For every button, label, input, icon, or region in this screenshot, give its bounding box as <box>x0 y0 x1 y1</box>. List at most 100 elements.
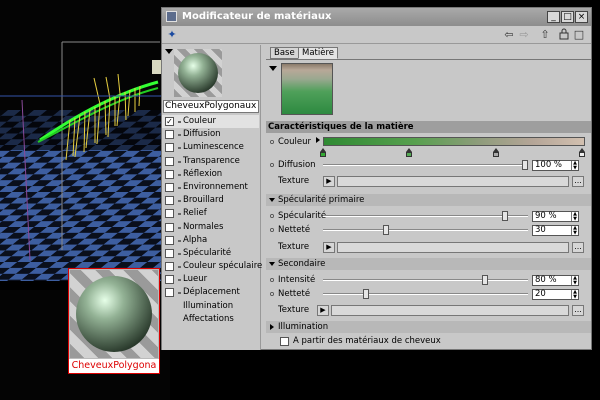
channel-checkbox[interactable] <box>165 182 174 192</box>
intensite-slider-knob[interactable] <box>482 275 489 285</box>
intensite-anim-dot-icon[interactable] <box>270 278 274 282</box>
channel-checkbox[interactable] <box>165 262 174 272</box>
nettete-2-slider[interactable] <box>323 293 528 295</box>
diffusion-value-field[interactable]: 100 % ▲ ▼ <box>532 160 579 171</box>
channel-checkbox[interactable] <box>165 288 174 298</box>
channel-row[interactable]: Réflexion <box>162 168 259 181</box>
specularite-anim-dot-icon[interactable] <box>270 214 274 218</box>
nettete-2-slider-knob[interactable] <box>362 289 369 299</box>
channel-dot-icon <box>178 160 181 163</box>
channel-checkbox[interactable]: ✓ <box>165 117 174 126</box>
channel-row[interactable]: Relief <box>162 207 259 220</box>
channel-checkbox[interactable] <box>165 275 174 285</box>
channel-row[interactable]: ✓ Couleur <box>162 115 259 129</box>
nettete-2-value-field[interactable]: 20 ▲ ▼ <box>532 289 579 300</box>
channel-checkbox[interactable] <box>165 156 174 166</box>
couleur-expand-triangle-icon[interactable] <box>316 137 320 143</box>
material-thumbnail[interactable] <box>174 49 222 97</box>
channel-row[interactable]: Brouillard <box>162 194 259 207</box>
channel-checkbox[interactable] <box>165 169 174 179</box>
forward-arrow-icon[interactable]: ⇨ <box>517 28 531 41</box>
material-preview-tile[interactable]: CheveuxPolygona <box>68 268 160 374</box>
nettete-2-anim-dot-icon[interactable] <box>270 292 274 296</box>
nettete-1-slider[interactable] <box>323 229 528 231</box>
nettete-1-slider-knob[interactable] <box>382 225 389 235</box>
diffusion-spinner-icon[interactable]: ▲ ▼ <box>571 161 578 170</box>
channel-row[interactable]: Environnement <box>162 181 259 194</box>
channel-row[interactable]: Lueur <box>162 273 259 286</box>
title-bar[interactable]: Modificateur de matériaux _ □ × <box>162 8 591 26</box>
texture-menu-button-1[interactable]: ▶ <box>323 176 335 187</box>
gradient-knot-body[interactable] <box>579 152 585 157</box>
specularite-slider[interactable] <box>323 215 528 217</box>
nettete-1-anim-dot-icon[interactable] <box>270 228 274 232</box>
specularite-value-field[interactable]: 90 % ▲ ▼ <box>532 211 579 222</box>
gradient-knot-body[interactable] <box>320 152 326 157</box>
lock-icon[interactable] <box>557 28 571 41</box>
material-preview-sphere <box>70 270 158 358</box>
intensite-value-field[interactable]: 80 % ▲ ▼ <box>532 275 579 286</box>
nettete-1-spinner-icon[interactable]: ▲ ▼ <box>571 226 578 235</box>
channel-row[interactable]: Illumination <box>162 300 259 313</box>
channel-checkbox[interactable] <box>165 235 174 245</box>
channel-row[interactable]: Spécularité <box>162 247 259 260</box>
specular-primary-header[interactable]: Spécularité primaire <box>266 194 591 206</box>
channel-checkbox[interactable] <box>165 130 174 140</box>
up-arrow-icon[interactable]: ⇧ <box>538 28 552 41</box>
hair-material-checkbox[interactable] <box>280 337 289 346</box>
specularite-spinner-icon[interactable]: ▲ ▼ <box>571 212 578 221</box>
texture-field-3[interactable] <box>331 305 569 316</box>
channel-row[interactable]: Déplacement <box>162 286 259 299</box>
texture-menu-button-2[interactable]: ▶ <box>323 242 335 253</box>
texture-browse-button-1[interactable]: ... <box>572 176 584 187</box>
diffusion-anim-dot-icon[interactable] <box>270 163 274 167</box>
channel-row[interactable]: Alpha <box>162 234 259 247</box>
channel-dot-icon <box>178 134 181 137</box>
channel-row[interactable]: Luminescence <box>162 141 259 154</box>
color-preview-triangle-icon[interactable] <box>269 66 277 71</box>
channel-row[interactable]: Affectations <box>162 313 259 326</box>
collapse-triangle-icon[interactable] <box>269 262 275 266</box>
channel-label: Affectations <box>183 313 234 324</box>
preview-menu-triangle-icon[interactable] <box>165 49 173 54</box>
back-arrow-icon[interactable]: ⇦ <box>502 28 516 41</box>
texture-field-1[interactable] <box>337 176 569 187</box>
collapse-triangle-icon[interactable] <box>269 198 275 202</box>
specularite-slider-knob[interactable] <box>502 211 509 221</box>
texture-field-2[interactable] <box>337 242 569 253</box>
texture-menu-button-3[interactable]: ▶ <box>317 305 329 316</box>
nettete-2-spinner-icon[interactable]: ▲ ▼ <box>571 290 578 299</box>
tab-base[interactable]: Base <box>270 47 299 59</box>
maximize-button[interactable]: □ <box>561 11 574 23</box>
secondary-header[interactable]: Secondaire <box>266 258 591 270</box>
channel-row[interactable]: Couleur spéculaire <box>162 260 262 273</box>
expand-triangle-icon[interactable] <box>270 324 274 330</box>
close-button[interactable]: × <box>575 11 588 23</box>
gradient-knot-body[interactable] <box>406 152 413 157</box>
illumination-header[interactable]: Illumination <box>266 321 591 333</box>
channel-checkbox[interactable] <box>165 222 174 232</box>
pick-material-icon[interactable]: ✦ <box>165 28 179 41</box>
tab-matiere[interactable]: Matière <box>298 47 339 59</box>
channel-row[interactable]: Diffusion <box>162 128 259 141</box>
channel-checkbox[interactable] <box>165 143 174 153</box>
channel-row[interactable]: Normales <box>162 221 259 234</box>
texture-browse-button-2[interactable]: ... <box>572 242 584 253</box>
diffusion-slider-knob[interactable] <box>522 160 528 170</box>
material-name-field[interactable]: CheveuxPolygonaux <box>163 100 259 113</box>
channel-row[interactable]: Transparence <box>162 155 259 168</box>
intensite-spinner-icon[interactable]: ▲ ▼ <box>571 276 578 285</box>
couleur-anim-dot-icon[interactable] <box>270 140 274 144</box>
nettete-2-value: 20 <box>535 289 546 299</box>
channel-checkbox[interactable] <box>165 209 174 219</box>
intensite-slider[interactable] <box>323 279 528 281</box>
channel-checkbox[interactable] <box>165 196 174 206</box>
diffusion-slider[interactable] <box>323 164 528 166</box>
color-gradient-bar[interactable] <box>323 137 585 146</box>
new-window-icon[interactable]: □ <box>572 28 586 41</box>
channel-checkbox[interactable] <box>165 248 174 258</box>
texture-browse-button-3[interactable]: ... <box>572 305 584 316</box>
minimize-button[interactable]: _ <box>547 11 560 23</box>
gradient-knot-body[interactable] <box>492 152 499 157</box>
nettete-1-value-field[interactable]: 30 ▲ ▼ <box>532 225 579 236</box>
